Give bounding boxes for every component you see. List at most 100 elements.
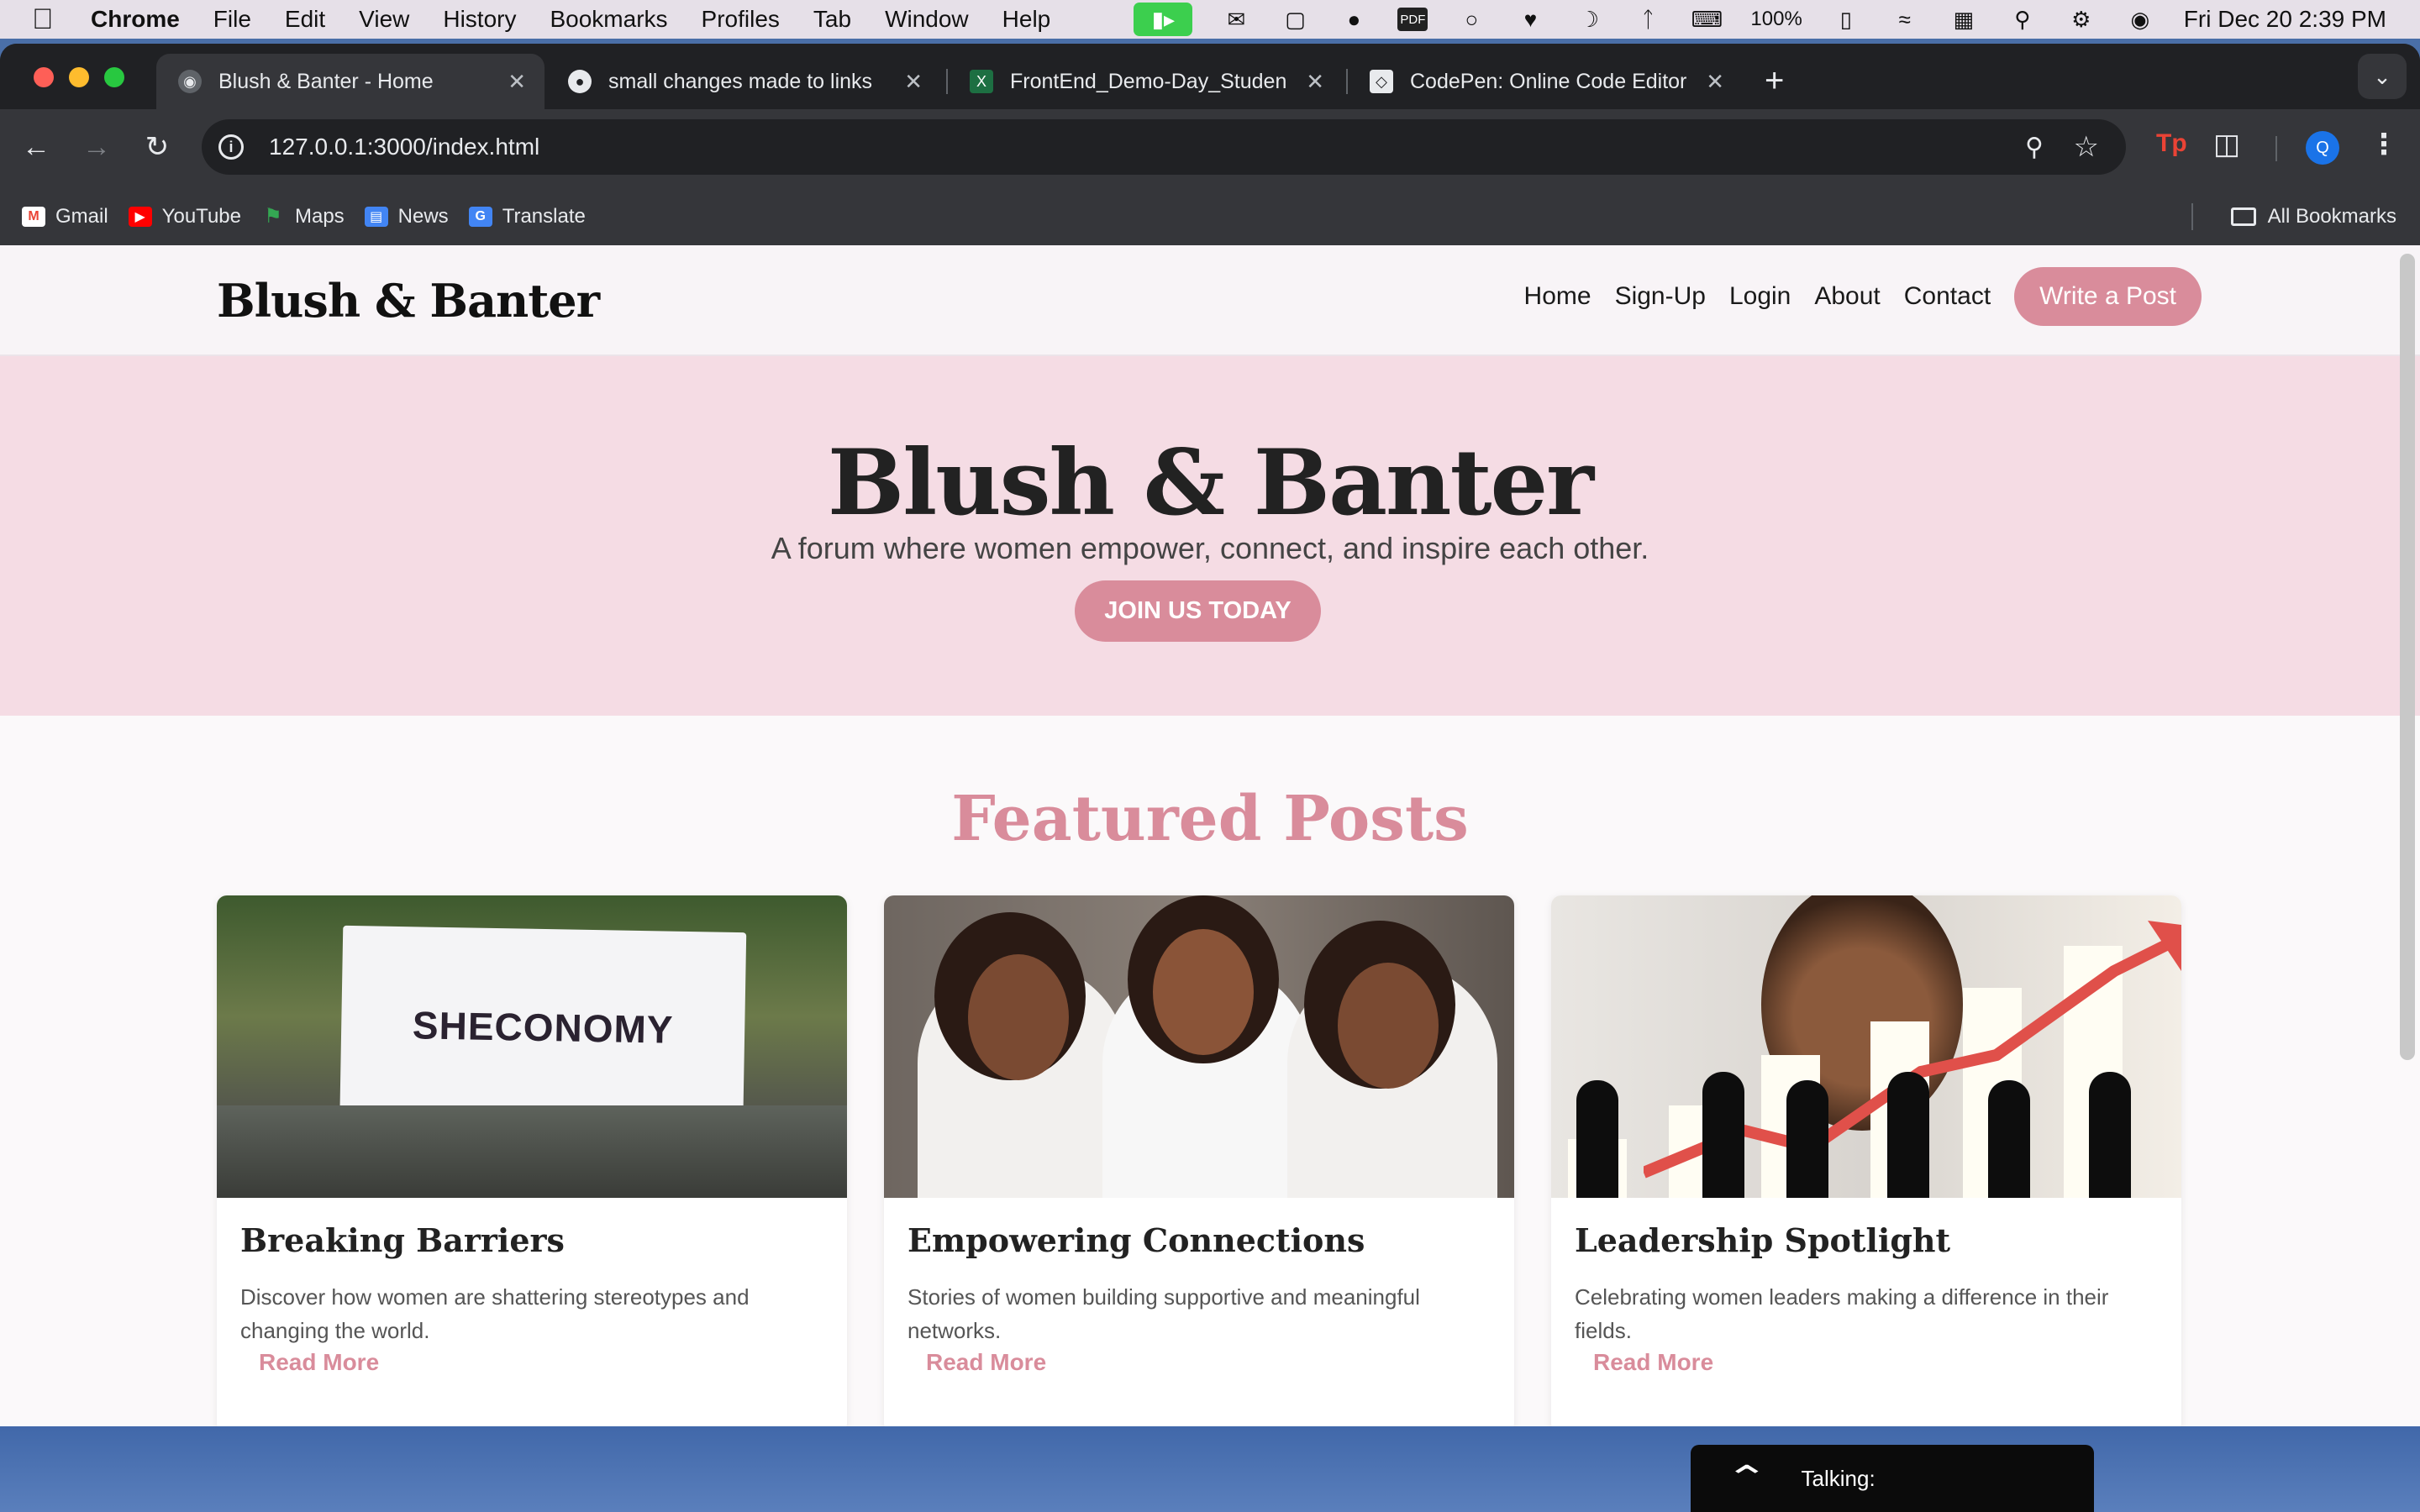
featured-posts-heading: Featured Posts: [951, 783, 1469, 855]
menu-profiles[interactable]: Profiles: [702, 6, 780, 33]
post-card: Empowering Connections Stories of women …: [884, 895, 1514, 1426]
display-icon[interactable]: ▢: [1280, 7, 1310, 32]
close-tab-icon[interactable]: ✕: [904, 69, 923, 95]
wifi-icon[interactable]: ≈: [1890, 7, 1920, 32]
close-tab-icon[interactable]: ✕: [1706, 69, 1724, 95]
nav-login[interactable]: Login: [1729, 282, 1791, 311]
extensions-puzzle-icon[interactable]: ◫: [2213, 128, 2240, 161]
tab-github[interactable]: ● small changes made to links ✕: [546, 54, 941, 109]
menu-app-name[interactable]: Chrome: [91, 6, 180, 33]
facetime-icon[interactable]: ▮▸: [1134, 3, 1193, 36]
menu-help[interactable]: Help: [1002, 6, 1051, 33]
menu-tab[interactable]: Tab: [813, 6, 851, 33]
tab-title: CodePen: Online Code Editor: [1410, 69, 1687, 93]
url-text[interactable]: 127.0.0.1:3000/index.html: [269, 134, 539, 160]
talking-overlay[interactable]: ⌃ Talking:: [1691, 1445, 2094, 1512]
join-us-button[interactable]: JOIN US TODAY: [1075, 580, 1321, 642]
menu-bookmarks[interactable]: Bookmarks: [550, 6, 667, 33]
read-more-link[interactable]: Read More: [1593, 1349, 1713, 1376]
chevron-up-icon[interactable]: ⌃: [1724, 1459, 1770, 1498]
nav-contact[interactable]: Contact: [1904, 282, 1991, 311]
post-image-typewriter: SHECONOMY: [217, 895, 847, 1198]
bookmarks-bar: M Gmail ▶ YouTube ⚑ Maps ▤ News G Transl…: [0, 185, 2420, 249]
site-header: Blush & Banter Home Sign-Up Login About …: [0, 245, 2420, 356]
bookmark-label: Maps: [294, 204, 345, 228]
forward-arrow-icon[interactable]: →: [77, 128, 116, 166]
post-image-leadership: [1551, 895, 2181, 1198]
grammarly-icon[interactable]: ●: [1339, 7, 1369, 32]
bookmark-youtube[interactable]: ▶ YouTube: [128, 204, 241, 228]
reload-icon[interactable]: ↻: [138, 128, 176, 166]
tab-codepen[interactable]: ◇ CodePen: Online Code Editor ✕: [1348, 54, 1743, 109]
bookmark-label: News: [397, 204, 449, 228]
browser-menu-icon[interactable]: ⋮: [2370, 128, 2398, 161]
tab-blush-banter[interactable]: ◉ Blush & Banter - Home ✕: [156, 54, 544, 109]
siri-icon[interactable]: ◉: [2125, 7, 2155, 32]
post-title: Breaking Barriers: [240, 1221, 565, 1259]
featured-posts-grid: SHECONOMY Breaking Barriers Discover how…: [217, 895, 2181, 1426]
extension-tp-icon[interactable]: Tp: [2156, 129, 2187, 158]
image-text: SHECONOMY: [412, 1003, 674, 1052]
read-more-link[interactable]: Read More: [926, 1349, 1046, 1376]
bookmark-maps[interactable]: ⚑ Maps: [261, 204, 345, 228]
pdf-icon[interactable]: PDF: [1397, 8, 1428, 31]
zoom-icon[interactable]: ⚲: [2025, 133, 2044, 162]
memory-icon[interactable]: ▦: [1949, 7, 1979, 32]
shield-icon[interactable]: ♥: [1515, 7, 1545, 32]
bookmark-translate[interactable]: G Translate: [468, 205, 586, 228]
fullscreen-window-button[interactable]: [104, 67, 124, 87]
tab-excel[interactable]: X FrontEnd_Demo-Day_Studen ✕: [948, 54, 1343, 109]
new-tab-plus-icon[interactable]: +: [1765, 62, 1784, 100]
menu-history[interactable]: History: [443, 6, 516, 33]
bookmarks-divider: [2191, 203, 2193, 230]
all-bookmarks-label: All Bookmarks: [2267, 205, 2396, 228]
outlook-icon[interactable]: ✉: [1221, 7, 1251, 32]
hero-subtitle: A forum where women empower, connect, an…: [771, 531, 1649, 565]
read-more-link[interactable]: Read More: [259, 1349, 379, 1376]
all-bookmarks-button[interactable]: All Bookmarks: [2230, 205, 2396, 228]
menu-view[interactable]: View: [359, 6, 409, 33]
bookmark-label: YouTube: [161, 204, 241, 228]
silhouette-shape: [1786, 1080, 1828, 1198]
profile-avatar[interactable]: Q: [2306, 131, 2339, 165]
bookmark-label: Gmail: [55, 204, 108, 228]
menu-file[interactable]: File: [213, 6, 251, 33]
moon-icon[interactable]: ☽: [1574, 7, 1604, 32]
menu-edit[interactable]: Edit: [285, 6, 325, 33]
close-tab-icon[interactable]: ✕: [1306, 69, 1324, 95]
write-post-button[interactable]: Write a Post: [2014, 267, 2202, 326]
back-arrow-icon[interactable]: ←: [17, 128, 55, 166]
address-bar[interactable]: i 127.0.0.1:3000/index.html ⚲ ☆: [202, 119, 2126, 175]
post-description: Celebrating women leaders making a diffe…: [1575, 1284, 2109, 1343]
keyboard-icon[interactable]: ⌨: [1691, 7, 1723, 32]
control-center-icon[interactable]: ⚙: [2066, 7, 2096, 32]
bookmark-star-icon[interactable]: ☆: [2074, 130, 2099, 164]
youtube-icon: ▶: [128, 206, 152, 227]
apple-icon[interactable]: : [32, 3, 66, 36]
nav-sign-up[interactable]: Sign-Up: [1615, 282, 1706, 311]
tab-search-chevron-icon[interactable]: ⌄: [2358, 54, 2407, 99]
page-scrollbar[interactable]: [2400, 254, 2415, 1060]
post-card: SHECONOMY Breaking Barriers Discover how…: [217, 895, 847, 1426]
stats-icon[interactable]: ○: [1456, 7, 1486, 32]
bluetooth-icon[interactable]: ᛏ: [1633, 7, 1663, 32]
menu-window[interactable]: Window: [885, 6, 969, 33]
bookmark-news[interactable]: ▤ News: [364, 204, 449, 228]
nav-home[interactable]: Home: [1524, 282, 1591, 311]
bookmark-gmail[interactable]: M Gmail: [22, 205, 108, 228]
site-logo[interactable]: Blush & Banter: [217, 274, 600, 328]
nav-about[interactable]: About: [1814, 282, 1880, 311]
minimize-window-button[interactable]: [69, 67, 89, 87]
close-window-button[interactable]: [34, 67, 54, 87]
macos-menu-bar:  Chrome File Edit View History Bookmark…: [0, 0, 2420, 39]
post-card: Leadership Spotlight Celebrating women l…: [1551, 895, 2181, 1426]
site-info-icon[interactable]: i: [218, 134, 244, 160]
tab-strip: ◉ Blush & Banter - Home ✕ ● small change…: [0, 44, 2420, 109]
close-tab-icon[interactable]: ✕: [508, 69, 526, 95]
hero-title: Blush & Banter: [827, 430, 1594, 536]
spotlight-search-icon[interactable]: ⚲: [2007, 7, 2038, 32]
page-viewport: Blush & Banter Home Sign-Up Login About …: [0, 245, 2420, 1426]
menu-datetime[interactable]: Fri Dec 20 2:39 PM: [2184, 6, 2386, 33]
battery-icon[interactable]: ▯: [1831, 7, 1861, 32]
post-description: Discover how women are shattering stereo…: [240, 1284, 750, 1343]
